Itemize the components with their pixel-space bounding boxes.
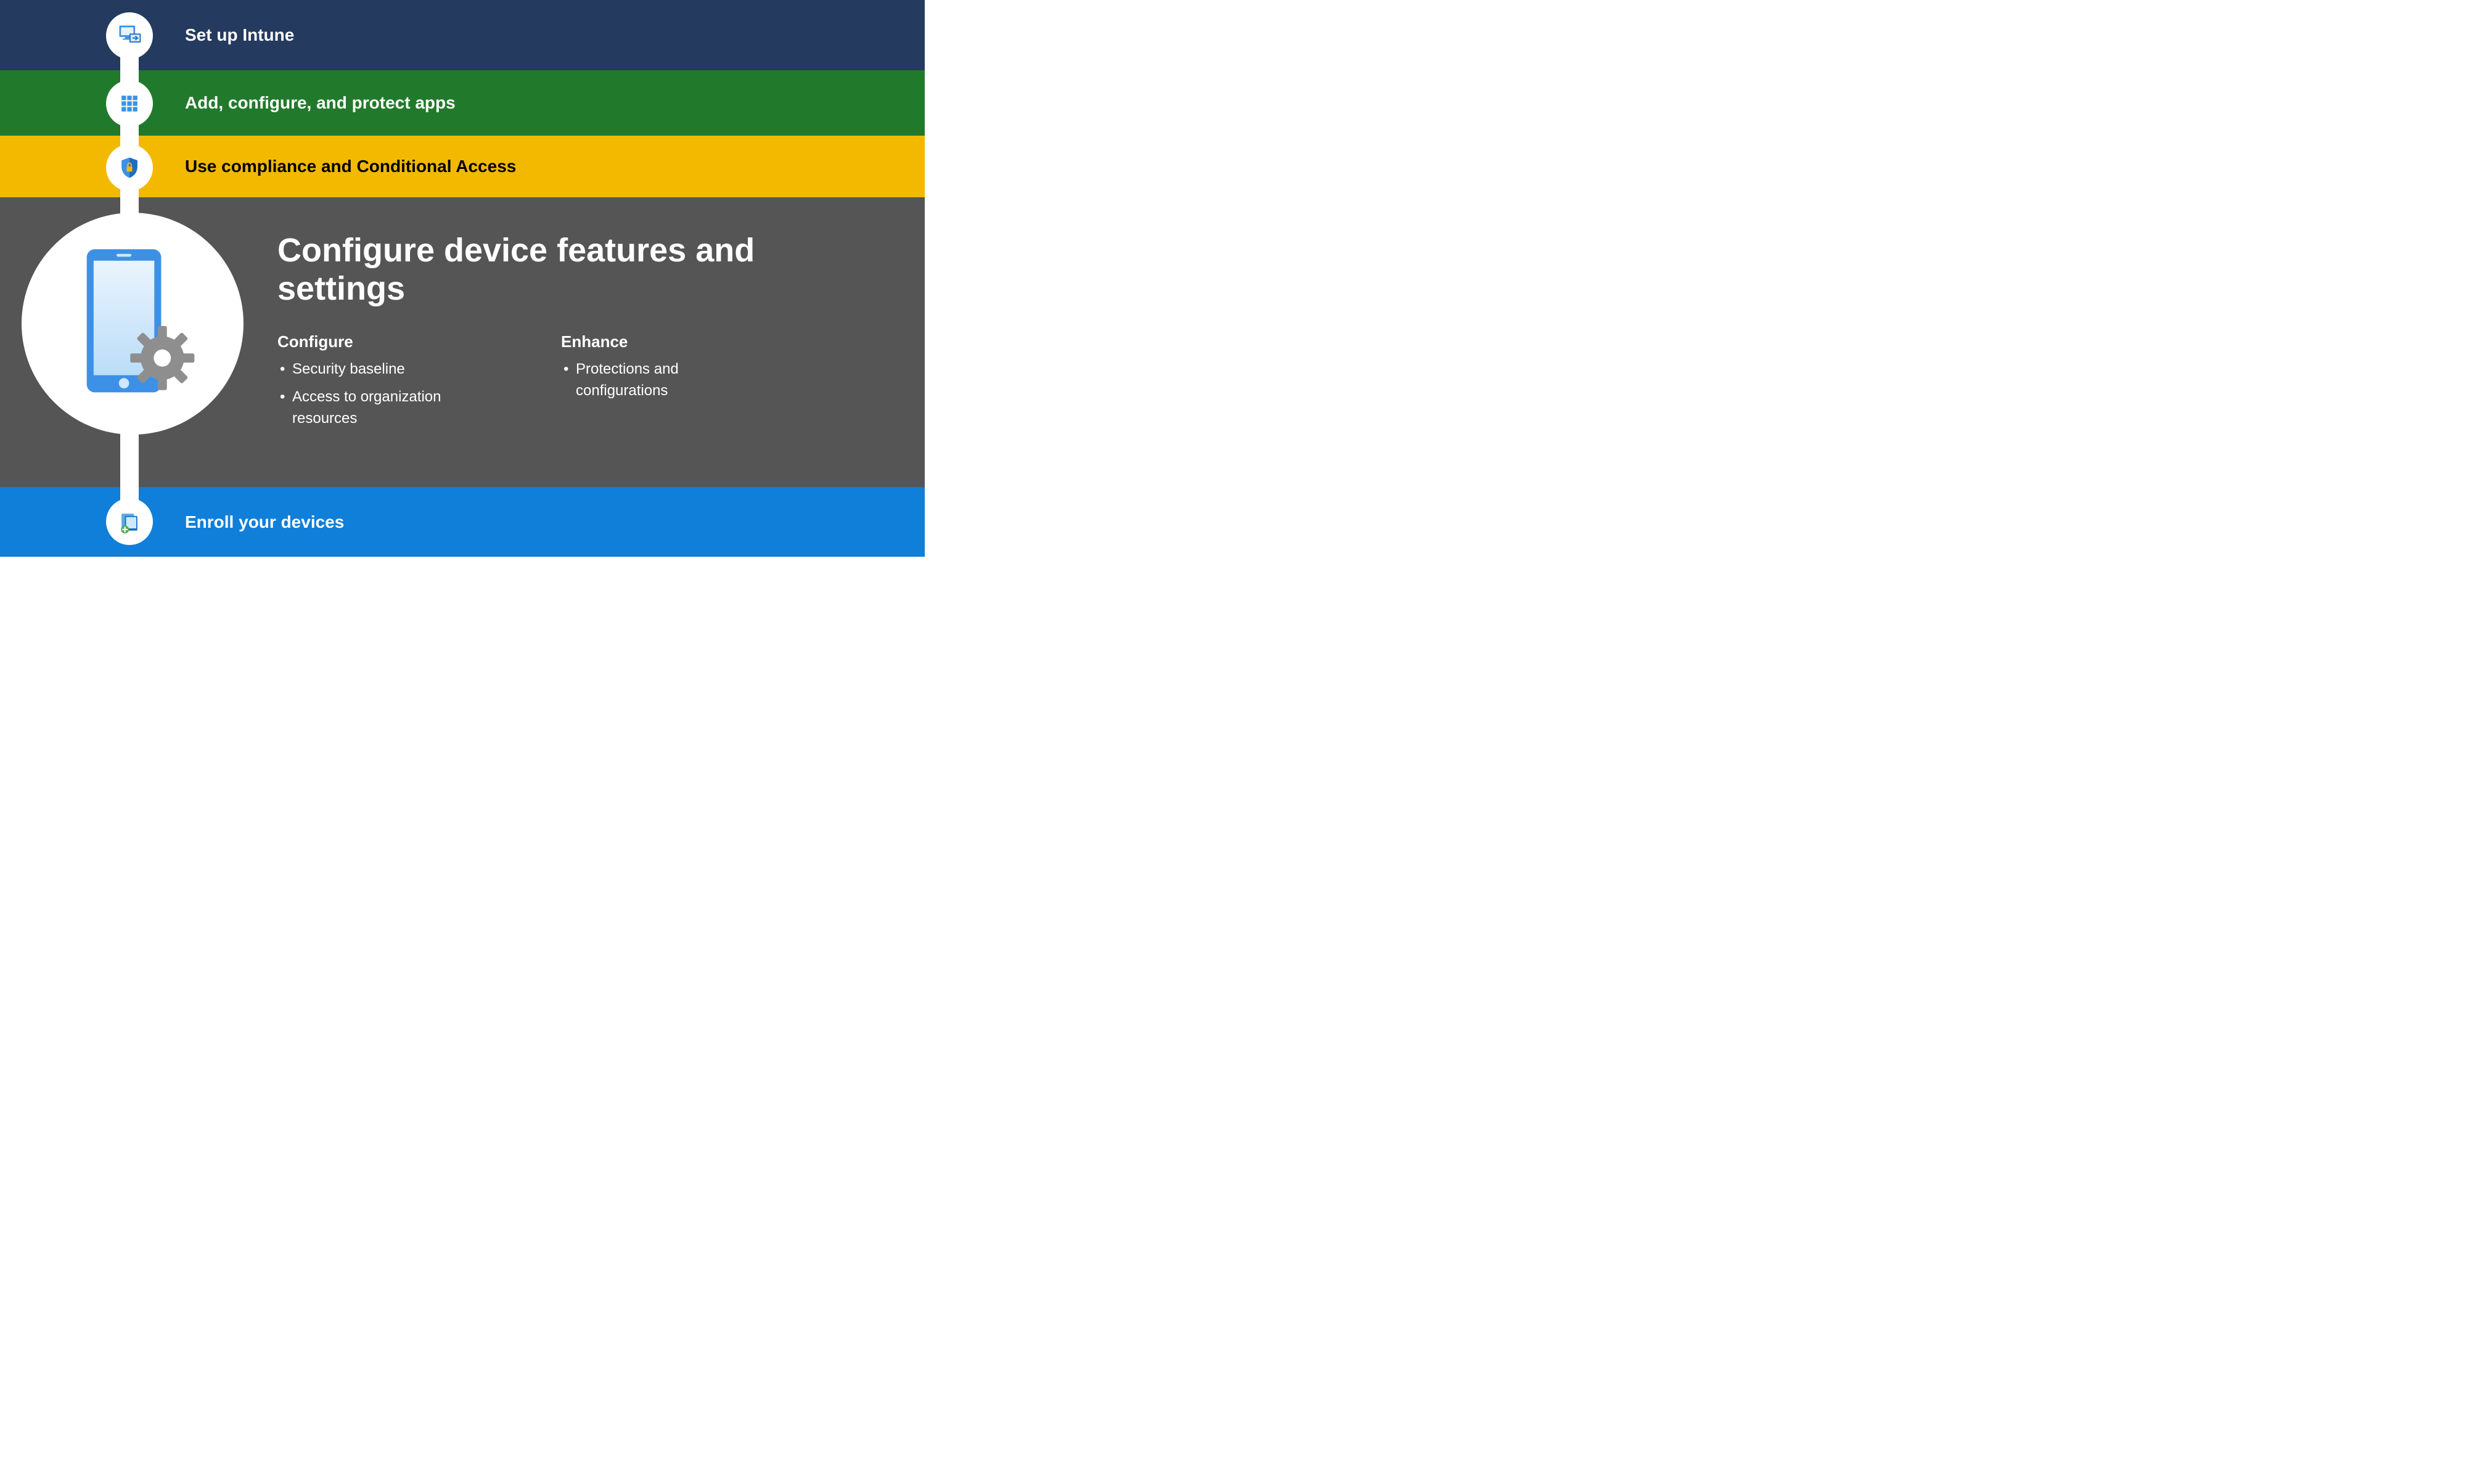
active-step-content: Configure device features and settings C… [277,231,888,436]
column-configure: Configure Security baseline Access to or… [277,332,487,435]
step-node-setup [106,12,153,59]
monitor-arrow-icon [116,22,143,49]
device-gear-icon [62,244,203,404]
step-label: Set up Intune [185,25,294,45]
device-enroll-icon [116,508,143,535]
column-item: Security baseline [277,359,487,380]
intune-workflow-diagram: Set up Intune Add, configure, and protec… [0,0,925,557]
step-node-apps [106,80,153,127]
step-label: Add, configure, and protect apps [185,93,456,113]
column-item: Access to organization resources [277,387,487,430]
step-label: Enroll your devices [185,512,344,532]
column-enhance: Enhance Protections and configurations [561,332,771,435]
active-step-title: Configure device features and settings [277,231,888,308]
column-heading: Configure [277,332,487,351]
step-node-enroll [106,498,153,545]
column-heading: Enhance [561,332,771,351]
step-node-configure-active [22,213,244,435]
column-item: Protections and configurations [561,359,771,402]
apps-grid-icon [116,90,143,117]
step-node-compliance [106,144,153,191]
shield-lock-icon [116,154,143,181]
step-label: Use compliance and Conditional Access [185,157,516,176]
